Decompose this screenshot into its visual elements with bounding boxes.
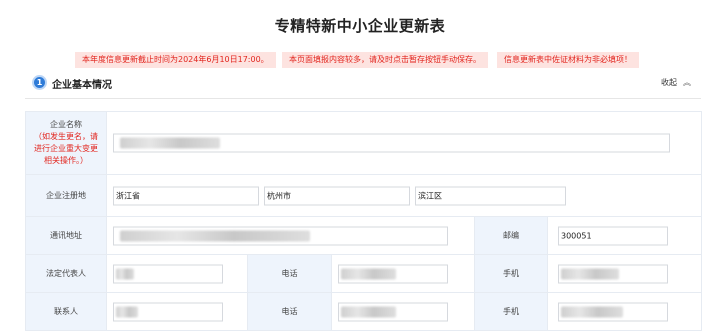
legal-rep-input[interactable] xyxy=(113,264,223,283)
legal-rep-mobile-label: 手机 xyxy=(474,254,548,293)
section-number-badge: 1 xyxy=(32,75,47,90)
section-header: 1 企业基本情况 收起 ︽ xyxy=(25,69,701,99)
notice-optional-materials: 信息更新表中佐证材料为非必填项！ xyxy=(497,52,639,68)
province-select[interactable]: 浙江省 xyxy=(113,186,259,205)
notice-deadline: 本年度信息更新截止时间为2024年6月10日17:00。 xyxy=(75,52,276,68)
registered-place-label: 企业注册地 xyxy=(25,174,107,217)
postcode-label: 邮编 xyxy=(474,216,548,255)
legal-rep-mobile-input[interactable] xyxy=(558,264,668,283)
redacted-legal-rep-mobile xyxy=(561,268,619,279)
company-name-note: （如发生更名，请进行企业重大变更相关操作。） xyxy=(34,132,98,165)
page-title: 专精特新中小企业更新表 xyxy=(274,17,446,35)
legal-rep-phone-input[interactable] xyxy=(338,264,448,283)
redacted-company-name xyxy=(120,137,220,149)
notice-save-reminder: 本页面填报内容较多，请及时点击暂存按钮手动保存。 xyxy=(282,52,488,68)
contact-input[interactable] xyxy=(113,302,223,321)
company-name-label: 企业名称 （如发生更名，请进行企业重大变更相关操作。） xyxy=(25,111,107,175)
legal-rep-label: 法定代表人 xyxy=(25,254,107,293)
contact-phone-input[interactable] xyxy=(338,302,448,321)
collapse-label[interactable]: 收起 xyxy=(661,78,677,87)
company-name-label-text: 企业名称 xyxy=(50,120,82,129)
collapse-toggle[interactable]: 收起 ︽ xyxy=(661,77,691,88)
address-input[interactable] xyxy=(113,226,448,245)
redacted-contact-phone xyxy=(341,306,396,317)
company-basic-info-form: 企业名称 （如发生更名，请进行企业重大变更相关操作。） 企业注册地 浙江省 杭州… xyxy=(25,111,703,331)
company-name-input[interactable] xyxy=(113,133,670,153)
postcode-input[interactable]: 300051 xyxy=(558,226,668,245)
contact-mobile-input[interactable] xyxy=(558,302,668,321)
redacted-contact-mobile xyxy=(561,306,623,317)
redacted-address xyxy=(120,230,310,241)
section-title: 企业基本情况 xyxy=(52,80,112,91)
redacted-legal-rep-phone xyxy=(341,268,396,279)
redacted-contact xyxy=(116,306,138,317)
double-chevron-up-icon[interactable]: ︽ xyxy=(683,78,691,87)
redacted-legal-rep xyxy=(116,268,134,279)
city-select[interactable]: 杭州市 xyxy=(264,186,410,205)
address-label: 通讯地址 xyxy=(25,216,107,255)
district-select[interactable]: 滨江区 xyxy=(415,186,566,205)
legal-rep-phone-label: 电话 xyxy=(247,254,332,293)
